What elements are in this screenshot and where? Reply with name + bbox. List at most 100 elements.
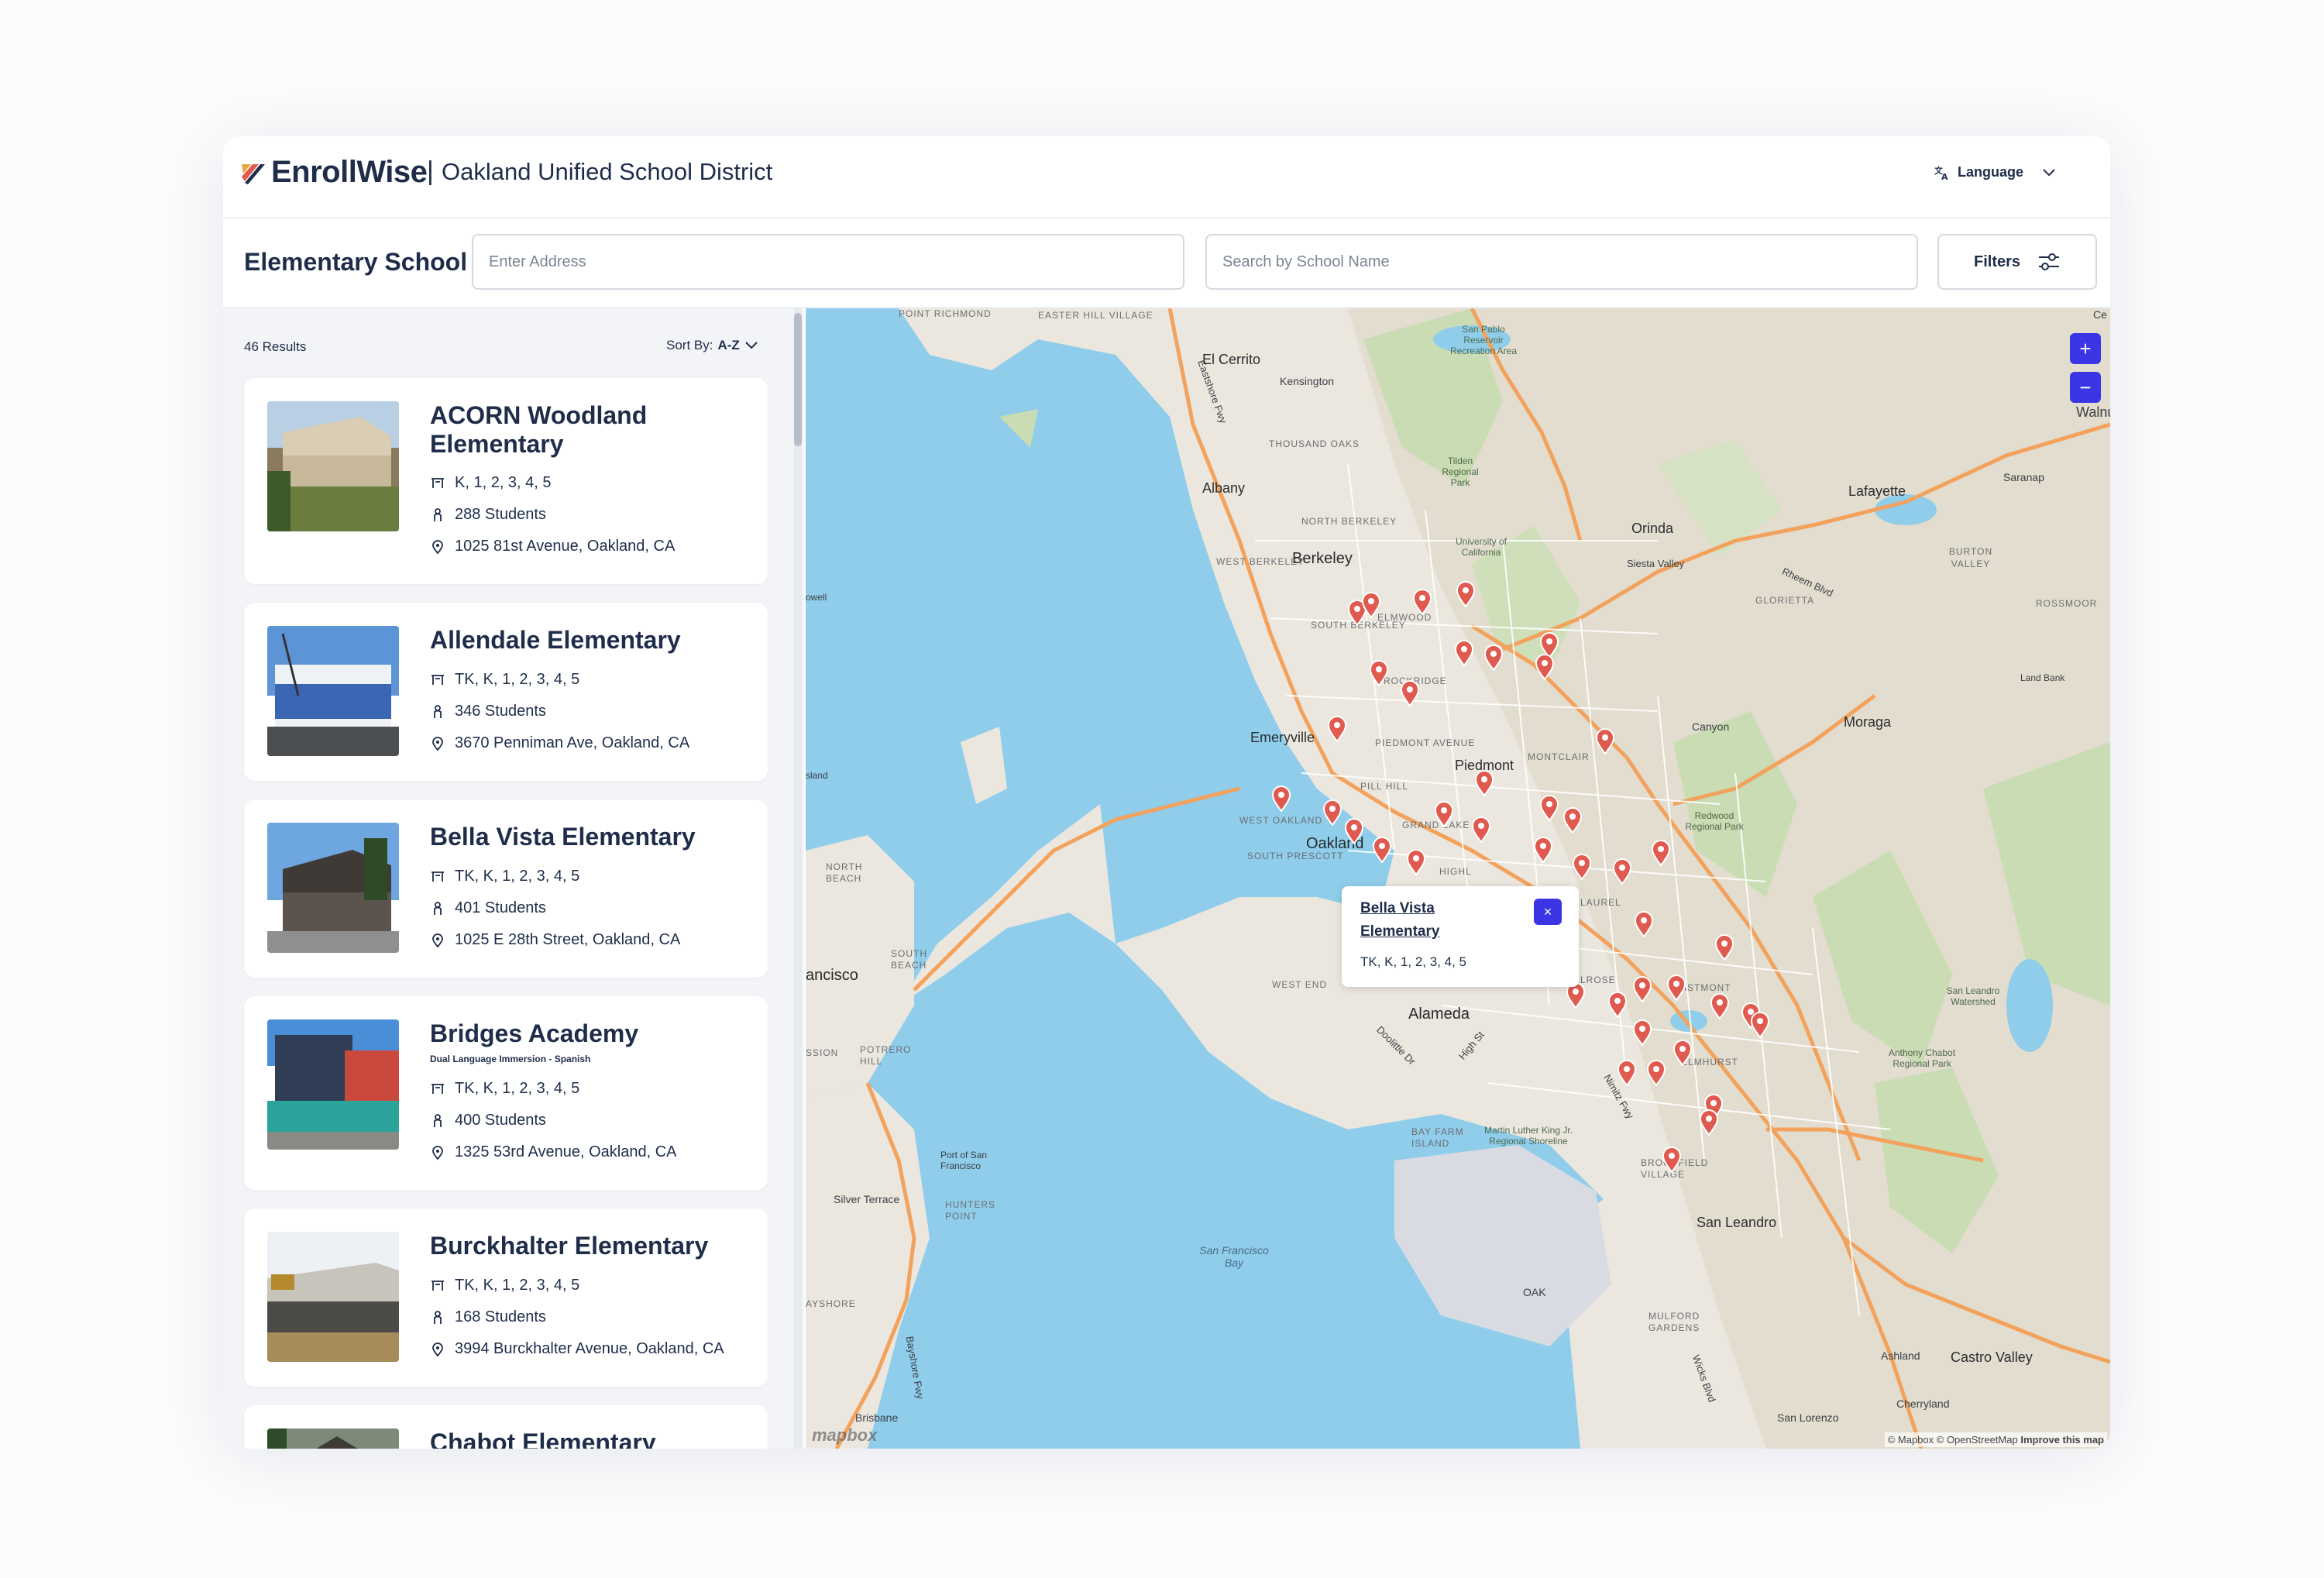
school-name[interactable]: ACORN Woodland Elementary	[430, 401, 740, 459]
chevron-down-icon	[745, 342, 758, 349]
school-pin-icon[interactable]	[1539, 795, 1559, 821]
school-card[interactable]: Bridges Academy Dual Language Immersion …	[244, 996, 768, 1190]
school-pin-icon[interactable]	[1699, 1109, 1719, 1136]
popup-grades: TK, K, 1, 2, 3, 4, 5	[1360, 954, 1467, 969]
sliders-icon	[2039, 253, 2060, 270]
map-label: MULFORD GARDENS	[1648, 1311, 1700, 1333]
school-photo	[267, 1019, 399, 1150]
school-card[interactable]: Allendale Elementary TK, K, 1, 2, 3, 4, …	[244, 603, 768, 781]
school-pin-icon[interactable]	[1369, 660, 1389, 686]
grades-icon	[431, 871, 444, 882]
school-name[interactable]: Chabot Elementary	[430, 1428, 740, 1449]
svg-text:A: A	[1941, 172, 1948, 180]
map-label: THOUSAND OAKS	[1269, 438, 1360, 449]
school-pin-icon[interactable]	[1632, 976, 1652, 1002]
school-pin-icon[interactable]	[1710, 993, 1730, 1019]
map-label: Anthony Chabot Regional Park	[1888, 1047, 1956, 1069]
school-pin-icon[interactable]	[1714, 934, 1734, 961]
address-row: 3994 Burckhalter Avenue, Oakland, CA	[430, 1340, 724, 1358]
school-pin-icon[interactable]	[1361, 592, 1381, 618]
address-text: 3994 Burckhalter Avenue, Oakland, CA	[455, 1340, 724, 1357]
map-label: Ce	[2093, 308, 2107, 321]
school-name[interactable]: Bridges Academy	[430, 1019, 740, 1048]
school-pin-icon[interactable]	[1673, 1040, 1693, 1066]
school-pin-icon[interactable]	[1372, 837, 1392, 863]
school-pin-icon[interactable]	[1535, 654, 1555, 680]
grades-text: K, 1, 2, 3, 4, 5	[455, 474, 552, 491]
school-name[interactable]: Bella Vista Elementary	[430, 823, 740, 851]
school-pin-icon[interactable]	[1750, 1012, 1770, 1038]
enrollwise-logo-icon	[242, 164, 265, 184]
school-pin-icon[interactable]	[1412, 589, 1432, 615]
brand-name[interactable]: EnrollWise	[271, 155, 428, 190]
school-name[interactable]: Allendale Elementary	[430, 626, 740, 655]
location-pin-icon	[432, 736, 443, 751]
scrollbar-thumb[interactable]	[794, 313, 802, 446]
zoom-out-button[interactable]: −	[2070, 372, 2101, 403]
attribution-text[interactable]: © Mapbox © OpenStreetMap	[1888, 1434, 2018, 1446]
popup-close-button[interactable]: ×	[1534, 899, 1562, 925]
school-pin-icon[interactable]	[1634, 911, 1654, 937]
school-card[interactable]: Burckhalter Elementary TK, K, 1, 2, 3, 4…	[244, 1208, 768, 1387]
school-photo	[267, 1428, 399, 1449]
map-label: Saranap	[2003, 471, 2044, 483]
school-pin-icon[interactable]	[1533, 837, 1553, 863]
map-label: Siesta Valley	[1627, 558, 1685, 569]
school-pin-icon[interactable]	[1612, 858, 1632, 885]
school-pin-icon[interactable]	[1632, 1019, 1652, 1046]
map-label: WEST OAKLAND	[1239, 815, 1323, 826]
school-photo	[267, 1232, 399, 1362]
filters-button[interactable]: Filters	[1937, 234, 2097, 290]
school-name-search-input[interactable]: Search by School Name	[1205, 234, 1918, 290]
school-program: Dual Language Immersion - Spanish	[430, 1054, 591, 1064]
school-pin-icon[interactable]	[1646, 1060, 1666, 1086]
map-label: San Francisco Bay	[1199, 1244, 1269, 1269]
school-pin-icon[interactable]	[1617, 1060, 1637, 1086]
school-pin-icon[interactable]	[1406, 849, 1426, 875]
mapbox-logo[interactable]: mapbox	[812, 1425, 877, 1446]
school-pin-icon[interactable]	[1454, 640, 1474, 666]
school-pin-icon[interactable]	[1662, 1147, 1682, 1173]
school-pin-icon[interactable]	[1322, 799, 1342, 826]
school-pin-icon[interactable]	[1563, 807, 1583, 834]
map-label: PIEDMONT AVENUE	[1375, 737, 1476, 748]
location-pin-icon	[432, 539, 443, 554]
page-title: Elementary School	[244, 248, 468, 276]
students-row: 288 Students	[430, 506, 546, 524]
district-name: Oakland Unified School District	[442, 158, 773, 185]
school-pin-icon[interactable]	[1651, 840, 1671, 866]
address-input[interactable]: Enter Address	[472, 234, 1184, 290]
language-selector[interactable]: 文 A Language	[1934, 164, 2056, 180]
school-pin-icon[interactable]	[1327, 716, 1347, 742]
school-photo	[267, 823, 399, 953]
school-pin-icon[interactable]	[1434, 801, 1454, 827]
school-pin-icon[interactable]	[1666, 975, 1686, 1001]
school-pin-icon[interactable]	[1483, 645, 1504, 671]
school-name[interactable]: Burckhalter Elementary	[430, 1232, 740, 1260]
zoom-in-button[interactable]: +	[2070, 333, 2101, 364]
school-pin-icon[interactable]	[1474, 770, 1494, 796]
school-pin-icon[interactable]	[1471, 817, 1491, 843]
school-card[interactable]: Chabot Elementary	[244, 1405, 768, 1449]
map-view[interactable]: POINT RICHMOND EASTER HILL VILLAGE El Ce…	[806, 308, 2110, 1449]
school-pin-icon[interactable]	[1607, 992, 1628, 1018]
school-card[interactable]: ACORN Woodland Elementary K, 1, 2, 3, 4,…	[244, 378, 768, 584]
school-card[interactable]: Bella Vista Elementary TK, K, 1, 2, 3, 4…	[244, 799, 768, 978]
school-pin-icon[interactable]	[1271, 786, 1291, 812]
scrollbar-track[interactable]	[794, 308, 802, 1449]
improve-map-link[interactable]: Improve this map	[2020, 1434, 2104, 1446]
map-label: Tilden Regional Park	[1442, 456, 1479, 488]
school-pin-icon[interactable]	[1400, 680, 1420, 706]
popup-school-name[interactable]: Bella Vista Elementary	[1360, 897, 1515, 944]
results-panel: 46 Results Sort By: A-Z ACORN Woodland E…	[223, 308, 804, 1449]
sort-by-dropdown[interactable]: Sort By: A-Z	[666, 338, 758, 353]
language-label: Language	[1957, 164, 2023, 180]
school-pin-icon[interactable]	[1595, 728, 1615, 755]
map-label: Brisbane	[855, 1411, 899, 1424]
map-label: San Lorenzo	[1777, 1411, 1839, 1424]
students-text: 288 Students	[455, 506, 546, 523]
school-pin-icon[interactable]	[1456, 581, 1476, 607]
school-pin-icon[interactable]	[1344, 818, 1364, 844]
map-label: San Pablo Reservoir Recreation Area	[1449, 324, 1518, 356]
school-pin-icon[interactable]	[1572, 854, 1592, 880]
